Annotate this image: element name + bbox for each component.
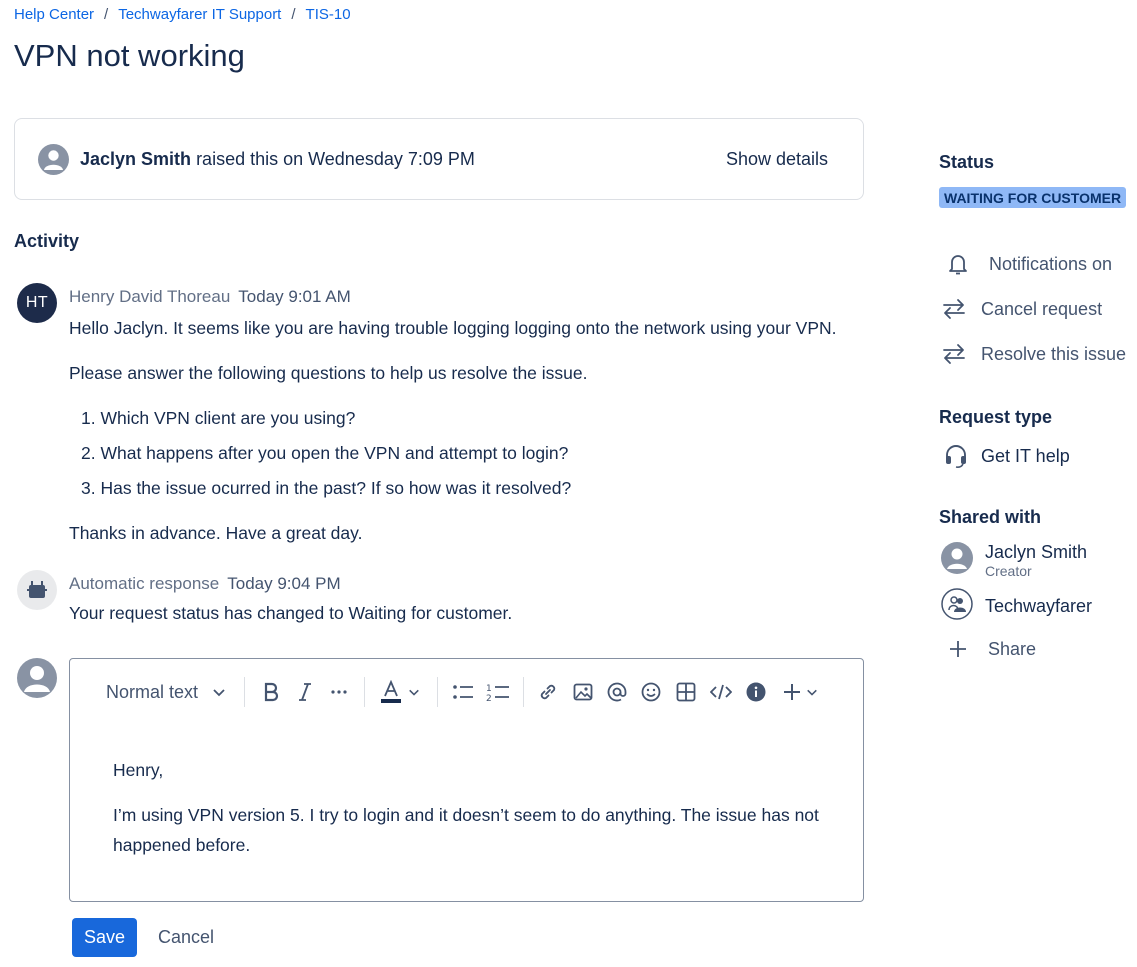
notifications-toggle[interactable]: Notifications on: [945, 251, 1112, 277]
text-color-button[interactable]: [378, 679, 422, 705]
cancel-request-label: Cancel request: [981, 298, 1103, 319]
reporter-avatar-icon: [38, 144, 69, 180]
table-icon[interactable]: [673, 679, 699, 705]
list-item: 3. Has the issue ocurred in the past? If…: [81, 478, 572, 498]
current-user-avatar-icon: [17, 658, 57, 698]
breadcrumb-separator: /: [104, 6, 109, 23]
bullet-list-icon[interactable]: [450, 679, 476, 705]
text-style-dropdown[interactable]: Normal text: [106, 679, 236, 705]
headset-icon: [943, 443, 969, 469]
transition-arrows-icon: [941, 296, 967, 322]
status-heading: Status: [939, 152, 995, 172]
share-button[interactable]: Share: [945, 636, 1036, 662]
chevron-down-icon: [213, 689, 225, 697]
info-panel-icon[interactable]: [743, 679, 769, 705]
more-formatting-icon[interactable]: [326, 679, 352, 705]
status-badge: WAITING FOR CUSTOMER: [939, 187, 1127, 208]
notifications-label: Notifications on: [989, 253, 1113, 274]
cancel-request-button[interactable]: Cancel request: [941, 296, 1102, 322]
organization-name: Techwayfarer: [985, 596, 1093, 616]
mention-icon[interactable]: [604, 679, 630, 705]
editor-line[interactable]: Henry,: [113, 760, 163, 781]
italic-icon[interactable]: [292, 679, 318, 705]
comment-meta: Henry David Thoreau Today 9:01 AM: [69, 287, 351, 307]
emoji-icon[interactable]: [638, 679, 664, 705]
cancel-button[interactable]: Cancel: [152, 918, 220, 957]
svg-text:1: 1: [486, 684, 492, 694]
list-item: 1. Which VPN client are you using?: [81, 408, 356, 428]
breadcrumb: Help Center / Techwayfarer IT Support / …: [14, 6, 351, 23]
text-color-icon: [381, 680, 401, 703]
comment-author: Henry David Thoreau: [69, 287, 231, 306]
comment-paragraph: Your request status has changed to Waiti…: [69, 603, 513, 623]
reporter-name[interactable]: Jaclyn Smith: [80, 149, 191, 169]
shared-with-heading: Shared with: [939, 507, 1042, 527]
show-details-link[interactable]: Show details: [726, 149, 828, 170]
comment-time: Today 9:04 PM: [227, 574, 341, 593]
participant-name: Jaclyn Smith: [985, 542, 1088, 562]
activity-heading: Activity: [14, 231, 80, 251]
editor-toolbar: Normal text 12: [70, 659, 863, 725]
comment-meta: Automatic response Today 9:04 PM: [69, 574, 341, 594]
plus-icon: [784, 684, 800, 700]
editor-line[interactable]: I’m using VPN version 5. I try to login …: [113, 805, 819, 826]
organization-icon: [941, 588, 973, 625]
commenter-avatar: HT: [17, 283, 57, 323]
bold-icon[interactable]: [258, 679, 284, 705]
svg-text:2: 2: [486, 694, 492, 702]
comment-paragraph: Hello Jaclyn. It seems like you are havi…: [69, 318, 837, 338]
bell-icon: [945, 251, 971, 277]
text-style-label: Normal text: [106, 681, 199, 702]
comment-editor[interactable]: Normal text 12 Henry, I’m using VPN vers…: [69, 658, 864, 902]
request-type-heading: Request type: [939, 407, 1053, 427]
image-icon[interactable]: [570, 679, 596, 705]
numbered-list-icon[interactable]: 12: [484, 679, 512, 705]
link-icon[interactable]: [535, 679, 561, 705]
raised-line: Jaclyn Smith raised this on Wednesday 7:…: [80, 149, 475, 170]
plus-icon: [945, 636, 971, 662]
resolve-issue-label: Resolve this issue: [981, 343, 1127, 364]
breadcrumb-service-desk[interactable]: Techwayfarer IT Support: [118, 6, 281, 23]
comment-author: Automatic response: [69, 574, 220, 593]
raised-text: raised this on Wednesday 7:09 PM: [196, 149, 475, 169]
comment-paragraph: Thanks in advance. Have a great day.: [69, 523, 363, 543]
chevron-down-icon: [807, 689, 817, 696]
page-title: VPN not working: [14, 38, 245, 73]
breadcrumb-separator: /: [291, 6, 296, 23]
save-button[interactable]: Save: [72, 918, 137, 957]
editor-line[interactable]: happened before.: [113, 835, 250, 856]
insert-more-button[interactable]: [778, 679, 822, 705]
bot-avatar-icon: [17, 570, 57, 610]
request-summary-card: Jaclyn Smith raised this on Wednesday 7:…: [14, 118, 864, 200]
share-label: Share: [988, 638, 1037, 659]
breadcrumb-issue-key[interactable]: TIS-10: [306, 6, 351, 23]
transition-arrows-icon: [941, 341, 967, 367]
breadcrumb-help-center[interactable]: Help Center: [14, 6, 94, 23]
code-block-icon[interactable]: [708, 679, 734, 705]
participant-role: Creator: [985, 563, 1032, 579]
comment-paragraph: Please answer the following questions to…: [69, 363, 588, 383]
request-type-label: Get IT help: [981, 445, 1070, 466]
list-item: 2. What happens after you open the VPN a…: [81, 443, 569, 463]
participant-avatar-icon: [941, 542, 973, 579]
shared-participant[interactable]: Jaclyn Smith Creator: [941, 542, 1087, 579]
comment-time: Today 9:01 AM: [238, 287, 351, 306]
shared-organization[interactable]: Techwayfarer: [941, 588, 1092, 625]
request-type: Get IT help: [943, 443, 1070, 469]
chevron-down-icon: [409, 689, 419, 696]
resolve-issue-button[interactable]: Resolve this issue: [941, 341, 1126, 367]
